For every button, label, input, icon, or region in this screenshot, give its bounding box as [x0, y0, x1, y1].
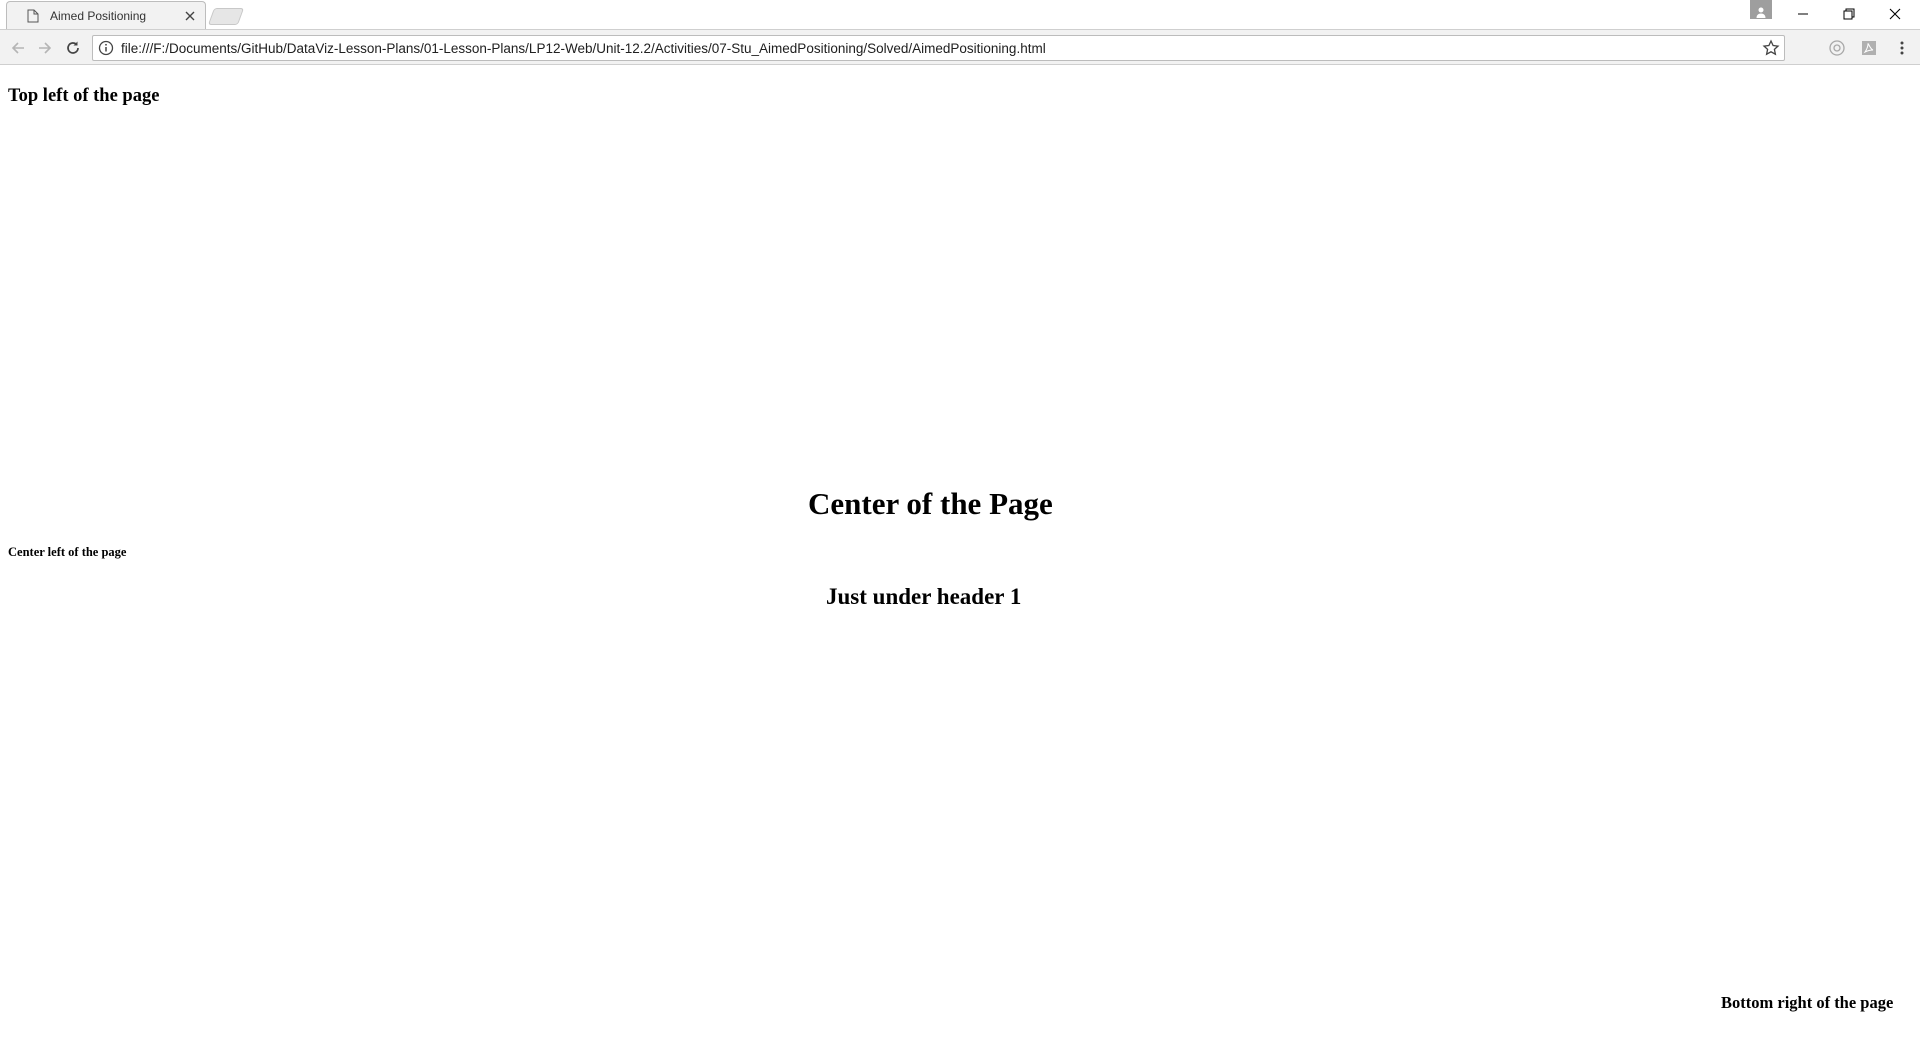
- close-window-icon[interactable]: [1872, 0, 1917, 28]
- new-tab-button[interactable]: [207, 8, 245, 25]
- restore-icon[interactable]: [1826, 0, 1871, 28]
- kebab-menu-icon[interactable]: [1892, 38, 1912, 58]
- forward-arrow-icon[interactable]: [33, 36, 57, 60]
- center-left-heading: Center left of the page: [8, 545, 127, 559]
- back-arrow-icon[interactable]: [6, 36, 30, 60]
- info-icon[interactable]: [98, 40, 114, 56]
- title-bar: Aimed Positioning: [0, 0, 1920, 29]
- star-icon[interactable]: [1762, 39, 1780, 57]
- browser-tab[interactable]: Aimed Positioning: [6, 1, 206, 29]
- document-icon: [27, 8, 41, 24]
- pdf-icon[interactable]: [1859, 38, 1879, 58]
- under-header-heading: Just under header 1: [826, 584, 1022, 609]
- url-text: file:///F:/Documents/GitHub/DataViz-Less…: [121, 41, 1046, 56]
- extension-circle-icon[interactable]: [1827, 38, 1847, 58]
- address-bar[interactable]: file:///F:/Documents/GitHub/DataViz-Less…: [92, 35, 1785, 61]
- center-page-heading: Center of the Page: [808, 486, 1053, 521]
- page-viewport: Top left of the page Center of the Page …: [0, 66, 1920, 1040]
- profile-icon[interactable]: [1750, 0, 1772, 19]
- browser-toolbar: file:///F:/Documents/GitHub/DataViz-Less…: [0, 29, 1920, 65]
- bottom-right-heading: Bottom right of the page: [1721, 993, 1894, 1012]
- tab-title: Aimed Positioning: [50, 9, 147, 23]
- minimize-icon[interactable]: [1780, 0, 1825, 28]
- top-left-heading: Top left of the page: [8, 86, 160, 106]
- reload-icon[interactable]: [61, 36, 85, 60]
- close-icon[interactable]: [183, 9, 197, 23]
